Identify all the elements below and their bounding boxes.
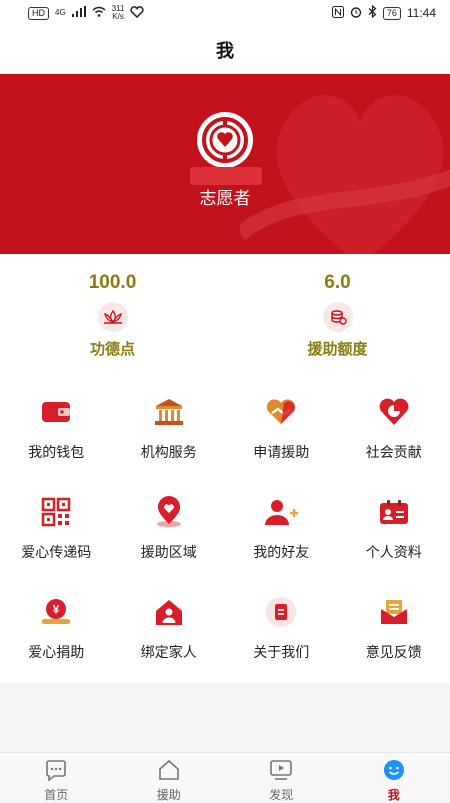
tab-aid[interactable]: 援助 [113, 753, 226, 800]
signal-icon [72, 6, 86, 20]
institution-icon [151, 394, 187, 430]
info-doc-icon [263, 594, 299, 630]
id-card-icon [376, 494, 412, 530]
status-bar: HD 4G 311 K/s 76 11:44 [0, 0, 450, 26]
qrcode-icon [38, 494, 74, 530]
tab-home[interactable]: 首页 [0, 753, 113, 800]
menu-item-about-us[interactable]: 关于我们 [225, 584, 338, 684]
stat-label: 援助额度 [307, 338, 367, 359]
health-heart-icon [130, 6, 144, 21]
menu-item-label: 社会贡献 [366, 442, 422, 462]
home-icon [157, 759, 181, 784]
menu-item-feedback[interactable]: 意见反馈 [338, 584, 450, 684]
menu-item-donation[interactable]: ¥ 爱心捐助 [0, 584, 113, 684]
stat-value: 6.0 [324, 272, 350, 294]
menu-item-social-contribution[interactable]: 社会贡献 [338, 384, 450, 484]
menu-item-label: 个人资料 [366, 542, 422, 562]
menu-item-label: 援助区域 [141, 542, 197, 562]
coins-icon [323, 302, 353, 332]
tab-me[interactable]: 我 [338, 753, 450, 800]
menu-item-bind-family[interactable]: 绑定家人 [113, 584, 226, 684]
net-speed-unit: K/s [112, 13, 124, 21]
stat-merit-points[interactable]: 100.0 功德点 [0, 254, 225, 370]
location-heart-icon [151, 494, 187, 530]
menu-item-my-friends[interactable]: 我的好友 [225, 484, 338, 584]
yuan-donation-icon: ¥ [38, 594, 74, 630]
menu-item-label: 爱心捐助 [28, 642, 84, 662]
tab-label: 发现 [269, 786, 293, 803]
tab-discover[interactable]: 发现 [225, 753, 338, 800]
hd-indicator: HD [28, 7, 49, 20]
bottom-tab-bar: 首页 援助 发现 我 [0, 752, 450, 800]
stat-aid-quota[interactable]: 6.0 援助额度 [225, 254, 450, 370]
avatar[interactable] [197, 112, 253, 168]
feedback-envelope-icon [376, 594, 412, 630]
menu-item-aid-region[interactable]: 援助区域 [113, 484, 226, 584]
stat-value: 100.0 [89, 272, 137, 294]
add-friend-icon [263, 494, 299, 530]
menu-item-label: 机构服务 [141, 442, 197, 462]
menu-item-institution-service[interactable]: 机构服务 [113, 384, 226, 484]
menu-item-personal-info[interactable]: 个人资料 [338, 484, 450, 584]
menu-item-label: 申请援助 [253, 442, 309, 462]
network-type: 4G [55, 9, 66, 17]
menu-item-apply-aid[interactable]: 申请援助 [225, 384, 338, 484]
battery-level: 76 [383, 7, 401, 20]
stat-label: 功德点 [90, 338, 135, 359]
menu-item-label: 我的好友 [253, 542, 309, 562]
stats-panel: 100.0 功德点 6.0 援助额度 [0, 254, 450, 370]
user-role: 志愿者 [0, 184, 450, 209]
menu-item-label: 绑定家人 [141, 642, 197, 662]
menu-grid: 我的钱包 机构服务 申请援助 社会贡献 爱心传递码 援助区域 我的好友 [0, 370, 450, 683]
wifi-icon [92, 6, 106, 20]
nfc-icon [332, 6, 344, 21]
menu-item-label: 意见反馈 [366, 642, 422, 662]
heart-pie-icon [376, 394, 412, 430]
video-icon [269, 759, 293, 784]
menu-item-label: 关于我们 [253, 642, 309, 662]
lotus-icon [98, 302, 128, 332]
bluetooth-icon [368, 5, 377, 21]
handshake-heart-icon [263, 394, 299, 430]
menu-item-label: 爱心传递码 [21, 542, 91, 562]
menu-item-wallet[interactable]: 我的钱包 [0, 384, 113, 484]
page-title: 我 [216, 37, 234, 63]
alarm-icon [350, 6, 362, 21]
svg-text:¥: ¥ [53, 603, 60, 617]
clock: 11:44 [407, 6, 436, 20]
profile-banner: 志愿者 [0, 74, 450, 254]
wallet-icon [38, 394, 74, 430]
menu-item-label: 我的钱包 [28, 442, 84, 462]
heart-ribbon-decoration [240, 74, 450, 254]
chat-icon [44, 759, 68, 784]
smile-icon [382, 759, 406, 784]
tab-label: 援助 [157, 786, 181, 803]
menu-item-love-code[interactable]: 爱心传递码 [0, 484, 113, 584]
home-person-icon [151, 594, 187, 630]
redacted-username [190, 167, 262, 185]
tab-label: 我 [388, 786, 400, 803]
tab-label: 首页 [44, 786, 68, 803]
page-header: 我 [0, 26, 450, 74]
